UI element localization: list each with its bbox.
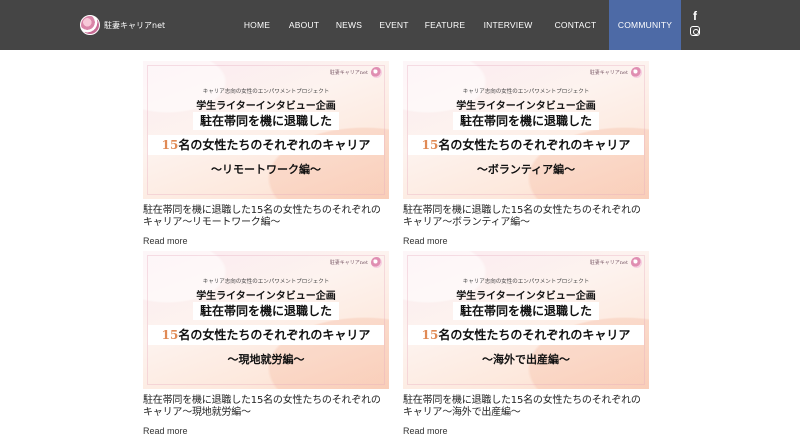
post-thumbnail[interactable]: 駐妻キャリアnet キャリア志向の女性のエンパワメントプロジェクト 学生ライター… — [143, 251, 389, 389]
post-title[interactable]: 駐在帯同を機に退職した15名の女性たちのそれぞれのキャリア〜現地就労編〜 — [143, 395, 389, 419]
thumbnail-headline-1: 駐在帯同を機に退職した — [453, 302, 599, 320]
thumbnail-brand: 駐妻キャリアnet — [590, 257, 642, 268]
post-card: 駐妻キャリアnet キャリア志向の女性のエンパワメントプロジェクト 学生ライター… — [403, 251, 649, 438]
thumbnail-series: 学生ライターインタビュー企画 — [196, 291, 336, 302]
post-thumbnail[interactable]: 駐妻キャリアnet キャリア志向の女性のエンパワメントプロジェクト 学生ライター… — [403, 61, 649, 199]
nav-community[interactable]: COMMUNITY — [609, 0, 681, 50]
thumbnail-headline-2: 15名の女性たちのそれぞれのキャリア — [148, 135, 384, 155]
read-more-link[interactable]: Read more — [403, 236, 448, 246]
site-header: 駐妻キャリアnet HOME ABOUT NEWS EVENT FEATURE … — [0, 0, 800, 50]
read-more-link[interactable]: Read more — [403, 426, 448, 436]
main-nav: HOME ABOUT NEWS EVENT FEATURE INTERVIEW … — [232, 0, 681, 50]
social-links: f — [688, 10, 702, 36]
thumbnail-brand: 駐妻キャリアnet — [330, 67, 382, 78]
post-card: 駐妻キャリアnet キャリア志向の女性のエンパワメントプロジェクト 学生ライター… — [143, 251, 389, 438]
post-thumbnail[interactable]: 駐妻キャリアnet キャリア志向の女性のエンパワメントプロジェクト 学生ライター… — [143, 61, 389, 199]
thumbnail-series: 学生ライターインタビュー企画 — [196, 101, 336, 112]
instagram-icon[interactable] — [690, 26, 700, 36]
nav-home[interactable]: HOME — [232, 0, 282, 50]
nav-event[interactable]: EVENT — [372, 0, 416, 50]
post-card: 駐妻キャリアnet キャリア志向の女性のエンパワメントプロジェクト 学生ライター… — [143, 61, 389, 248]
thumbnail-headline-2: 15名の女性たちのそれぞれのキャリア — [408, 135, 644, 155]
thumbnail-edition: ～海外で出産編～ — [482, 353, 570, 366]
post-title[interactable]: 駐在帯同を機に退職した15名の女性たちのそれぞれのキャリア〜リモートワーク編〜 — [143, 205, 389, 229]
thumbnail-project: キャリア志向の女性のエンパワメントプロジェクト — [462, 89, 590, 95]
site-logo[interactable]: 駐妻キャリアnet — [80, 13, 165, 37]
brand-logo-icon — [631, 257, 642, 268]
nav-feature[interactable]: FEATURE — [416, 0, 474, 50]
thumbnail-series: 学生ライターインタビュー企画 — [456, 291, 596, 302]
brand-logo-icon — [371, 67, 382, 78]
nav-about[interactable]: ABOUT — [282, 0, 326, 50]
thumbnail-headline-1: 駐在帯同を機に退職した — [193, 112, 339, 130]
thumbnail-headline-1: 駐在帯同を機に退職した — [453, 112, 599, 130]
post-thumbnail[interactable]: 駐妻キャリアnet キャリア志向の女性のエンパワメントプロジェクト 学生ライター… — [403, 251, 649, 389]
thumbnail-headline-2: 15名の女性たちのそれぞれのキャリア — [148, 325, 384, 345]
nav-news[interactable]: NEWS — [326, 0, 372, 50]
facebook-icon[interactable]: f — [688, 10, 702, 23]
thumbnail-edition: ～リモートワーク編～ — [211, 163, 321, 176]
post-title[interactable]: 駐在帯同を機に退職した15名の女性たちのそれぞれのキャリア〜ボランティア編〜 — [403, 205, 649, 229]
read-more-link[interactable]: Read more — [143, 426, 188, 436]
thumbnail-series: 学生ライターインタビュー企画 — [456, 101, 596, 112]
thumbnail-headline-1: 駐在帯同を機に退職した — [193, 302, 339, 320]
thumbnail-brand: 駐妻キャリアnet — [330, 257, 382, 268]
thumbnail-edition: ～現地就労編～ — [227, 353, 305, 366]
brand-logo-icon — [631, 67, 642, 78]
nav-contact[interactable]: CONTACT — [542, 0, 609, 50]
post-title[interactable]: 駐在帯同を機に退職した15名の女性たちのそれぞれのキャリア〜海外で出産編〜 — [403, 395, 649, 419]
brand-logo-icon — [371, 257, 382, 268]
thumbnail-edition: ～ボランティア編～ — [476, 163, 576, 176]
logo-text: 駐妻キャリアnet — [104, 20, 166, 30]
nav-interview[interactable]: INTERVIEW — [474, 0, 542, 50]
thumbnail-project: キャリア志向の女性のエンパワメントプロジェクト — [462, 279, 590, 285]
logo-icon — [80, 15, 100, 35]
thumbnail-project: キャリア志向の女性のエンパワメントプロジェクト — [202, 89, 330, 95]
thumbnail-brand: 駐妻キャリアnet — [590, 67, 642, 78]
read-more-link[interactable]: Read more — [143, 236, 188, 246]
thumbnail-project: キャリア志向の女性のエンパワメントプロジェクト — [202, 279, 330, 285]
post-card: 駐妻キャリアnet キャリア志向の女性のエンパワメントプロジェクト 学生ライター… — [403, 61, 649, 248]
thumbnail-headline-2: 15名の女性たちのそれぞれのキャリア — [408, 325, 644, 345]
